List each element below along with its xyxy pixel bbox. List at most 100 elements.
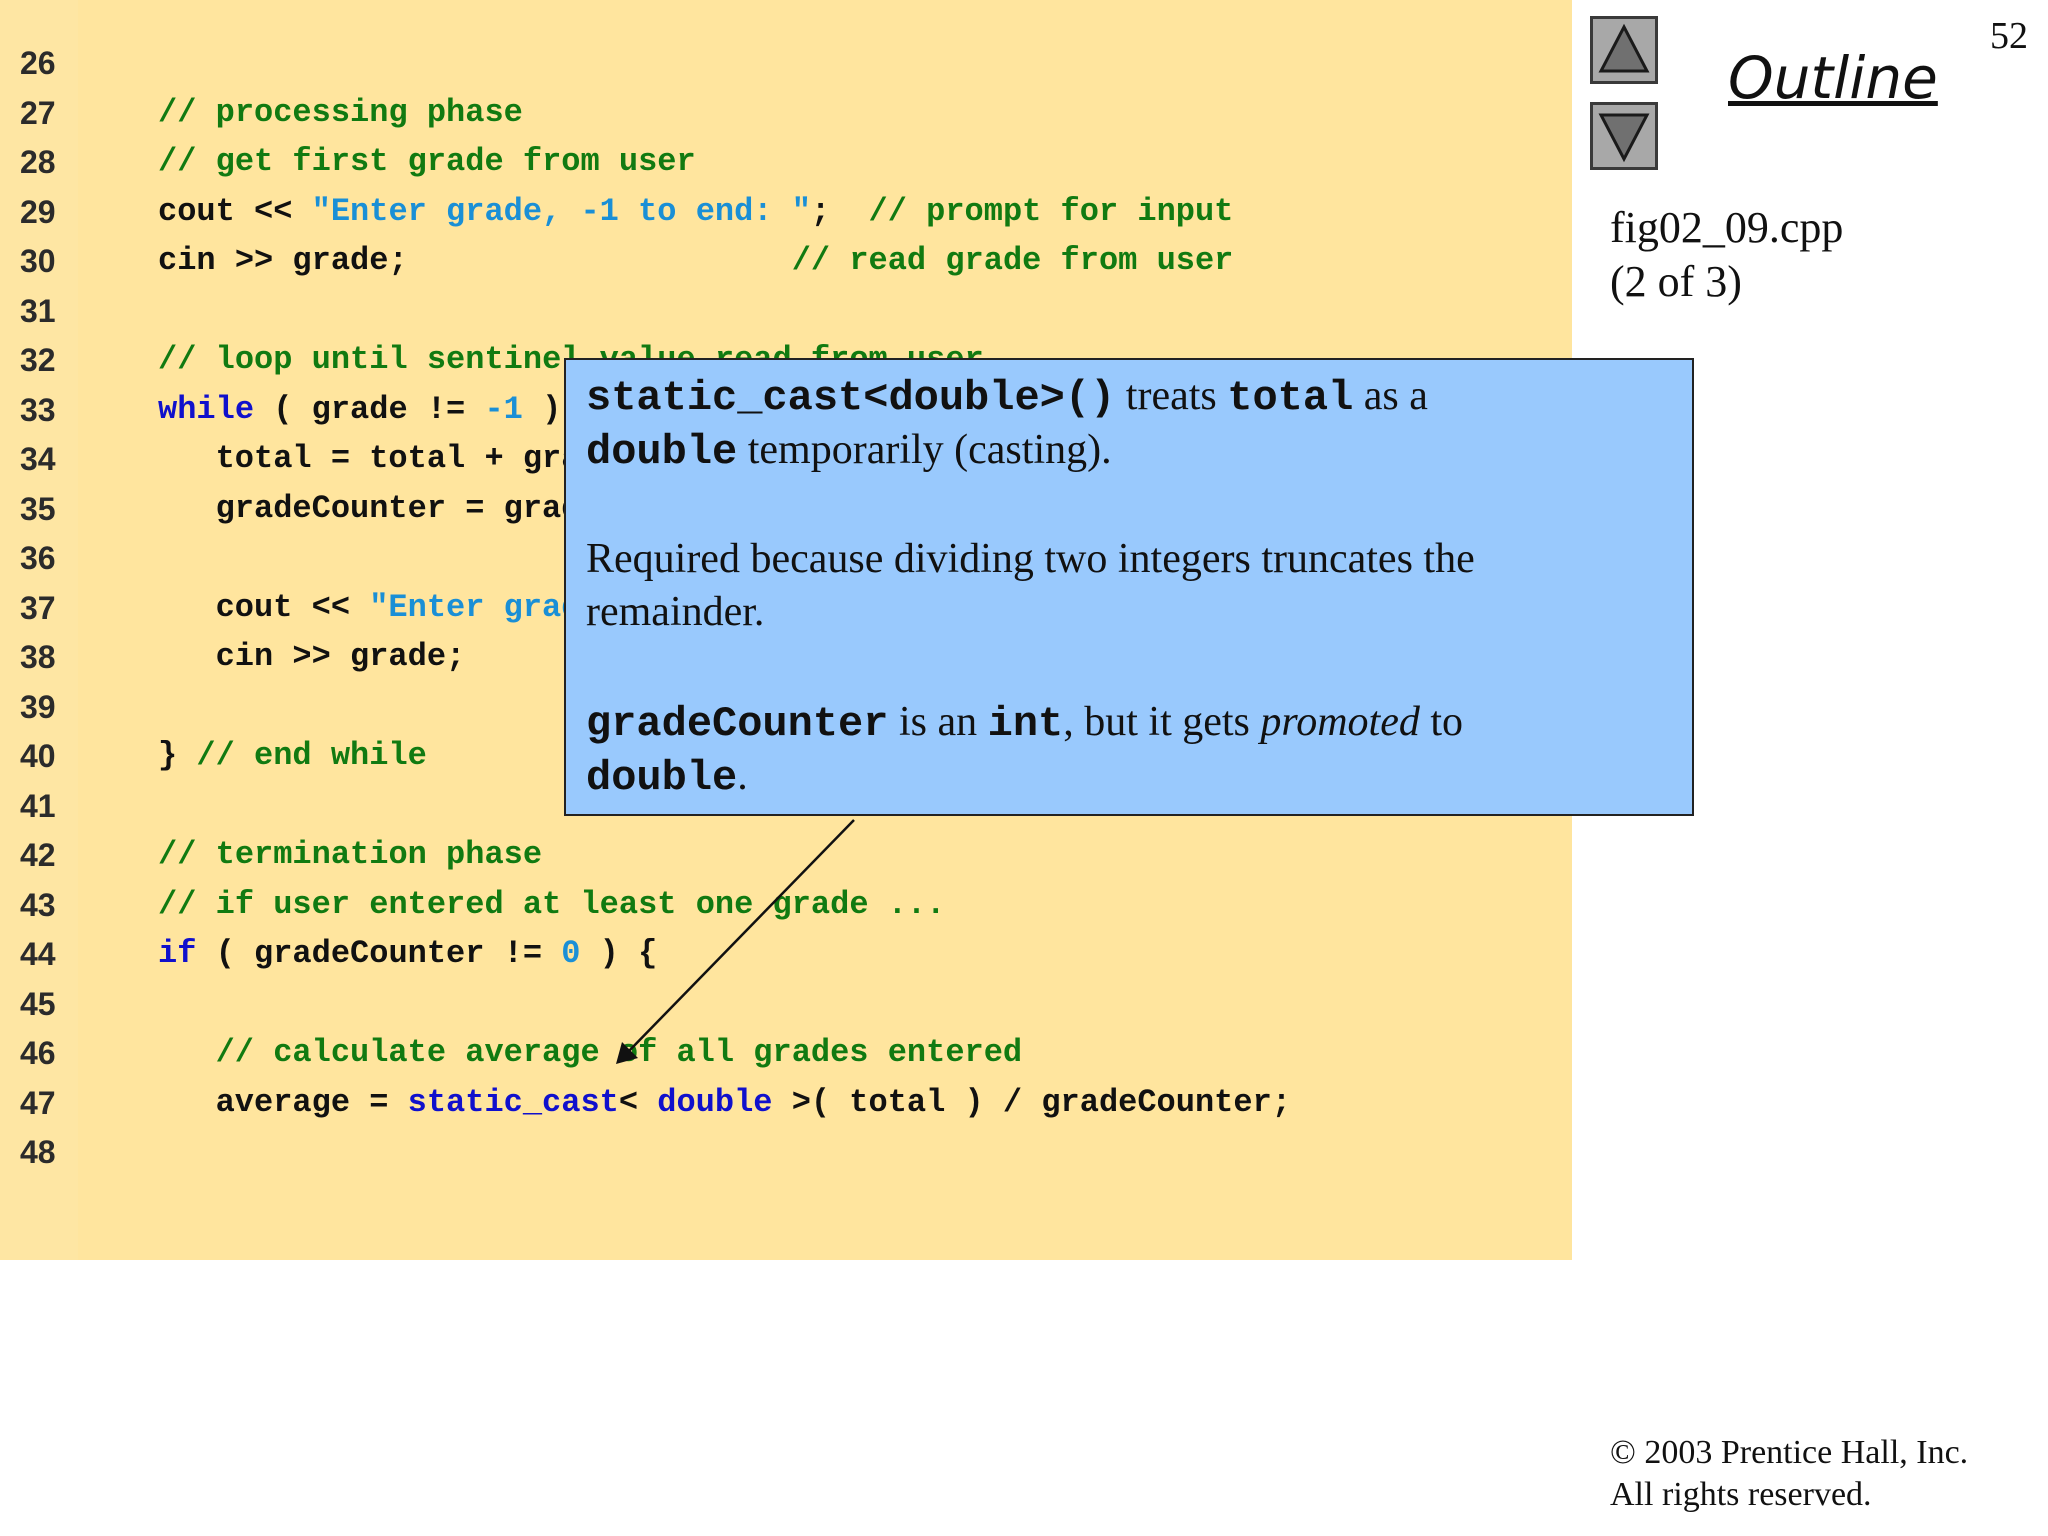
code-text: // calculate average of all grades enter… xyxy=(216,1028,1023,1078)
code-text: // if user entered at least one grade ..… xyxy=(158,880,945,930)
code-token-comment: // prompt for input xyxy=(868,192,1234,230)
callout-code: static_cast<double>() xyxy=(586,374,1116,422)
callout-line-2: double temporarily (casting). xyxy=(586,426,1112,476)
code-token-plain: average = xyxy=(215,1083,408,1121)
code-text: // processing phase xyxy=(158,88,523,138)
code-token-comment: // termination phase xyxy=(158,836,543,873)
slide-number: 52 xyxy=(1990,15,2028,57)
code-text: // termination phase xyxy=(158,830,542,880)
code-token-comment: // get first grade from user xyxy=(158,143,696,180)
line-number: 41 xyxy=(20,787,56,824)
code-token-comment: // if user entered at least one grade ..… xyxy=(158,885,946,923)
callout-text: is an xyxy=(888,699,988,745)
code-token-comment: // processing phase xyxy=(158,93,523,131)
callout-text: temporarily (casting). xyxy=(737,427,1112,473)
callout-line-5: gradeCounter is an int, but it gets prom… xyxy=(586,698,1463,748)
line-number: 37 xyxy=(20,589,56,626)
code-token-num: 0 xyxy=(561,935,581,972)
callout-text: treats xyxy=(1115,373,1228,419)
copyright-line-1: © 2003 Prentice Hall, Inc. xyxy=(1610,1434,1969,1471)
code-token-keyword: while xyxy=(158,390,255,428)
code-line: 48 xyxy=(0,1127,1572,1177)
triangle-up-icon xyxy=(1598,23,1650,73)
code-token-plain: < xyxy=(618,1083,658,1121)
callout-code: double xyxy=(586,754,738,802)
callout-text: , but it gets xyxy=(1063,699,1261,745)
code-line: 30 cin >> grade; // read grade from user xyxy=(0,236,1572,286)
code-token-keyword: if xyxy=(158,935,197,972)
callout-text: . xyxy=(737,753,748,799)
line-number: 45 xyxy=(20,985,56,1022)
nav-previous-button[interactable] xyxy=(1590,16,1658,84)
line-number: 29 xyxy=(20,193,56,230)
line-number: 27 xyxy=(20,94,56,131)
code-token-plain: } xyxy=(158,737,197,774)
line-number: 42 xyxy=(20,837,56,873)
code-line: 42 // termination phase xyxy=(0,830,1572,880)
line-number: 44 xyxy=(20,936,56,972)
code-line: 29 cout << "Enter grade, -1 to end: "; //… xyxy=(0,187,1572,237)
code-text: } // end while xyxy=(158,731,427,781)
callout-text: to xyxy=(1419,699,1464,745)
line-number: 48 xyxy=(20,1134,56,1170)
line-number: 35 xyxy=(20,490,56,527)
line-number: 39 xyxy=(20,688,56,725)
code-token-plain: cout << xyxy=(158,192,312,230)
callout-box: static_cast<double>() treats total as a … xyxy=(564,358,1694,816)
callout-line-6: double. xyxy=(586,752,748,802)
line-number: 43 xyxy=(20,886,56,923)
copyright-line-2: All rights reserved. xyxy=(1610,1476,1872,1513)
callout-code: double xyxy=(586,428,738,476)
code-token-num: -1 xyxy=(484,390,523,428)
code-text: if ( gradeCounter != 0 ) { xyxy=(158,929,657,979)
code-token-plain: ( grade != xyxy=(254,390,485,428)
code-token-plain: >( total ) / gradeCounter; xyxy=(772,1083,1291,1121)
line-number: 28 xyxy=(20,144,56,180)
code-line: 31 xyxy=(0,286,1572,336)
code-token-comment: // calculate average of all grades enter… xyxy=(215,1034,1023,1071)
code-token-plain: ; xyxy=(810,192,869,230)
code-token-plain: cin >> grade; xyxy=(215,638,466,675)
code-line: 27 // processing phase xyxy=(0,88,1572,138)
callout-code: total xyxy=(1227,374,1354,422)
code-line: 44 if ( gradeCounter != 0 ) { xyxy=(0,929,1572,979)
code-text: cin >> grade; // read grade from user xyxy=(158,236,1233,286)
code-token-string: "Enter grade, -1 to end: " xyxy=(311,192,811,230)
code-text: // get first grade from user xyxy=(158,137,696,187)
outline-title[interactable]: Outline xyxy=(1728,44,1938,112)
code-token-plain: ) { xyxy=(580,935,658,972)
line-number: 30 xyxy=(20,243,56,279)
code-line: 46 // calculate average of all grades ent… xyxy=(0,1028,1572,1078)
nav-next-button[interactable] xyxy=(1590,102,1658,170)
code-line: 28 // get first grade from user xyxy=(0,137,1572,187)
code-line: 43 // if user entered at least one grade … xyxy=(0,880,1572,930)
code-text: while ( grade != -1 ) { xyxy=(158,385,600,435)
code-text: average = static_cast< double >( total )… xyxy=(216,1078,1291,1128)
code-token-plain: ( gradeCounter != xyxy=(196,935,562,972)
code-text: cin >> grade; xyxy=(216,632,466,682)
line-number: 31 xyxy=(20,292,56,329)
line-number: 38 xyxy=(20,639,56,675)
line-number: 32 xyxy=(20,342,56,378)
callout-line-1: static_cast<double>() treats total as a xyxy=(586,372,1428,422)
line-number: 34 xyxy=(20,441,56,477)
callout-emphasis: promoted xyxy=(1260,699,1420,745)
line-number: 46 xyxy=(20,1035,56,1071)
callout-text: as a xyxy=(1353,373,1428,419)
code-token-keyword: double xyxy=(657,1083,773,1121)
code-line: 45 xyxy=(0,979,1572,1029)
copyright-notice: © 2003 Prentice Hall, Inc. All rights re… xyxy=(1610,1432,1968,1516)
file-name: fig02_09.cpp xyxy=(1610,203,1844,252)
callout-code: int xyxy=(987,700,1064,748)
callout-line-3: Required because dividing two integers t… xyxy=(586,536,1475,582)
code-text: cout << "Enter grade, -1 to end: "; // p… xyxy=(158,187,1233,237)
code-line: 47 average = static_cast< double >( total… xyxy=(0,1078,1572,1128)
code-token-keyword: static_cast xyxy=(407,1083,619,1121)
line-number: 36 xyxy=(20,540,56,576)
callout-line-4: remainder. xyxy=(586,589,765,635)
line-number: 26 xyxy=(20,45,56,81)
code-token-plain: cin >> grade; xyxy=(158,242,792,279)
line-number: 47 xyxy=(20,1084,56,1121)
callout-code: gradeCounter xyxy=(586,700,889,748)
code-token-comment: // end while xyxy=(196,737,427,774)
